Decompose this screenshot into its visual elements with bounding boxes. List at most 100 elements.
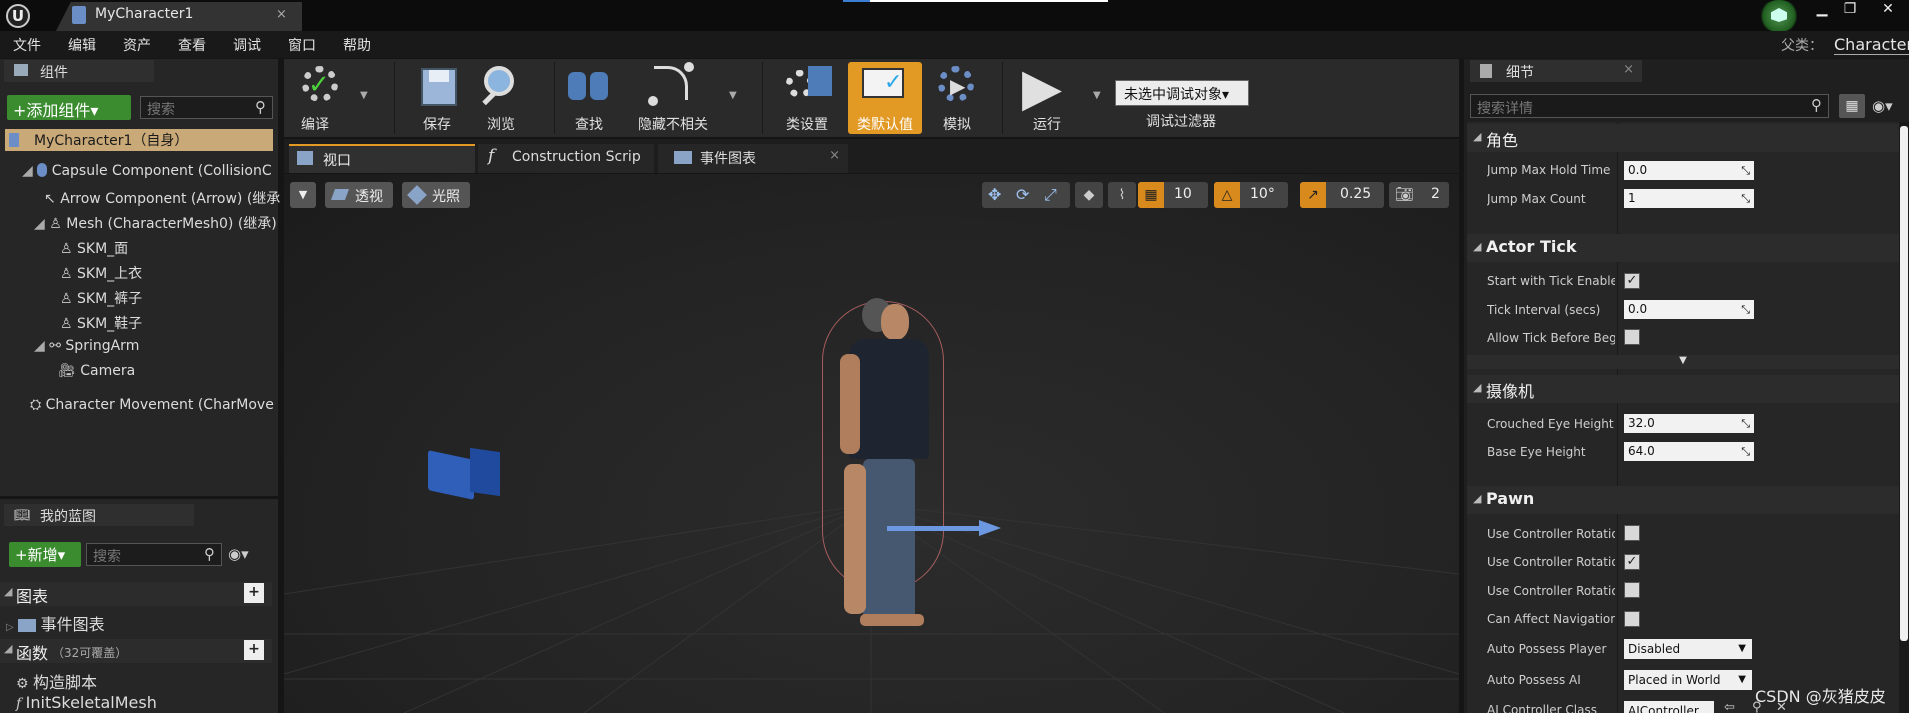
menu-window[interactable]: 窗口 [288,35,316,55]
tree-row-movement[interactable]: ⛭ Character Movement (CharMove [30,397,274,413]
translate-icon[interactable]: ✥ [988,185,1001,204]
find-button[interactable]: 查找 [552,62,626,134]
menu-view[interactable]: 查看 [178,35,206,55]
jump-max-count-field[interactable]: 1 ⤡ [1624,189,1754,208]
simulate-button[interactable]: ▶ 模拟 [920,62,994,134]
menu-debug[interactable]: 调试 [233,35,261,55]
hide-unrelated-button[interactable]: 隐藏不相关 [630,62,716,134]
hide-unrelated-dropdown-arrow[interactable]: ▼ [729,90,737,101]
tree-row-mesh[interactable]: ◢ ♙ Mesh (CharacterMesh0) (继承) [34,213,277,233]
tab-construction-script[interactable]: f Construction Scrip [478,144,654,173]
tree-row-skm-top[interactable]: ♙ SKM_上衣 [60,263,142,283]
auto-possess-ai-dropdown[interactable]: Placed in World ▼ [1624,670,1752,690]
add-graph-button[interactable]: + [244,583,264,603]
grid-snap-control[interactable]: ▦ 10 [1138,182,1208,208]
allow-tick-before-checkbox[interactable] [1624,329,1640,345]
category-pawn[interactable]: ◢ Pawn [1467,486,1899,514]
play-dropdown-arrow[interactable]: ▼ [1093,90,1101,101]
lit-button[interactable]: 光照 [402,182,470,208]
tick-interval-field[interactable]: 0.0 ⤡ [1624,300,1754,319]
binoculars-left-icon [568,72,586,100]
menu-help[interactable]: 帮助 [343,35,371,55]
find-label: 查找 [575,117,603,133]
drag-arrows-icon: ⤡ [1741,303,1750,316]
category-camera[interactable]: ◢ 摄像机 [1467,375,1899,403]
viewport[interactable] [284,174,1459,713]
camera-speed-control[interactable]: 📷︎ 2 [1389,182,1449,208]
compile-dropdown-arrow[interactable]: ▼ [360,90,368,101]
unreal-logo-icon[interactable]: U [6,4,30,28]
parent-class-link[interactable]: Character [1834,35,1909,55]
start-with-tick-checkbox[interactable]: ✓ [1624,273,1640,289]
tree-row-camera[interactable]: 🎥︎ Camera [58,363,135,379]
add-function-button[interactable]: + [244,640,264,660]
rotate-icon[interactable]: ⟳ [1016,185,1029,204]
compile-button[interactable]: ✓ 编译 [286,62,360,134]
function-row-construction[interactable]: ⚙ 构造脚本 [16,669,97,693]
use-controller-rotation-yaw-checkbox[interactable]: ✓ [1624,554,1640,570]
details-scrollbar-thumb[interactable] [1900,126,1908,641]
new-button[interactable]: +新增▾ [9,542,81,567]
components-search[interactable]: 搜索 ⚲ [140,96,273,119]
category-character[interactable]: ◢ 角色 [1467,124,1899,152]
crouched-eye-height-field[interactable]: 32.0 ⤡ [1624,414,1754,433]
tab-my-blueprint[interactable]: 我的蓝图 [4,504,194,526]
add-component-button[interactable]: +添加组件▾ [7,95,131,120]
functions-header[interactable]: ◢ 函数 （32可覆盖） + [0,639,272,663]
details-search[interactable]: 搜索详情 ⚲ [1470,94,1829,118]
jump-max-hold-time-field[interactable]: 0.0 ⤡ [1624,161,1754,180]
restore-button[interactable]: ❐ [1838,0,1862,20]
category-pawn-label: Pawn [1486,489,1535,508]
viewport-options-button[interactable]: ▼ [290,182,316,208]
self-component-row[interactable]: MyCharacter1（自身） [5,129,273,151]
tree-row-skm-pants[interactable]: ♙ SKM_裤子 [60,288,142,308]
function-row-init[interactable]: f InitSkeletalMesh [16,693,157,712]
perspective-button[interactable]: 透视 [325,182,393,208]
property-matrix-icon[interactable]: ▦ [1839,94,1865,118]
save-button[interactable]: 保存 [400,62,474,134]
scale-icon[interactable]: ⤢ [1044,185,1057,205]
use-controller-rotation-pitch-checkbox[interactable] [1624,525,1640,541]
browse-button[interactable]: 浏览 [464,62,538,134]
graphs-header[interactable]: ◢ 图表 + [0,582,272,606]
menu-edit[interactable]: 编辑 [68,35,96,55]
details-scrollbar[interactable] [1899,122,1909,713]
class-defaults-button[interactable]: ✓ 类默认值 [848,62,922,134]
close-tab-icon[interactable]: × [829,148,840,163]
close-tab-icon[interactable]: × [276,7,287,22]
world-local-toggle-icon[interactable]: ◆ [1075,182,1103,208]
field-value: 0.0 [1628,163,1648,177]
class-settings-button[interactable]: 类设置 [770,62,844,134]
tree-row-capsule[interactable]: ◢ Capsule Component (CollisionC [22,163,272,179]
ai-controller-class-dropdown[interactable]: AIController [1624,701,1714,713]
close-tab-icon[interactable]: × [1623,62,1634,77]
debug-object-dropdown[interactable]: 未选中调试对象▾ [1115,80,1249,106]
blueprint-search[interactable]: 搜索 ⚲ [86,543,222,566]
menu-file[interactable]: 文件 [13,35,41,55]
menu-asset[interactable]: 资产 [123,35,151,55]
details-column-divider[interactable] [1617,122,1618,713]
tree-row-arrow[interactable]: ↖ Arrow Component (Arrow) (继承 [44,188,280,208]
visibility-eye-icon[interactable]: ◉▾ [228,545,249,563]
rotation-snap-control[interactable]: △ 10° [1214,182,1288,208]
play-button[interactable]: ▶ 运行 [1010,62,1084,134]
tree-row-springarm[interactable]: ◢ ⚯ SpringArm [34,338,139,354]
event-graph-row[interactable]: ▷ 事件图表 [6,611,105,635]
advanced-expander-icon[interactable]: ▼ [1467,355,1899,369]
tree-row-skm-face[interactable]: ♙ SKM_面 [60,238,128,258]
browse-arrow-icon[interactable]: ⇦ [1724,700,1735,713]
tab-viewport[interactable]: 视口 [289,144,475,173]
use-controller-rotation-roll-checkbox[interactable] [1624,582,1640,598]
minimize-button[interactable]: ▁ [1810,0,1834,20]
base-eye-height-field[interactable]: 64.0 ⤡ [1624,442,1754,461]
can-affect-navigation-checkbox[interactable] [1624,611,1640,627]
visibility-eye-icon[interactable]: ◉▾ [1872,97,1893,115]
scale-snap-control[interactable]: ↗ 0.25 [1300,182,1384,208]
tab-details[interactable]: 细节 × [1470,60,1642,82]
surface-snap-icon[interactable]: ⌇ [1108,182,1136,208]
category-actor-tick[interactable]: ◢ Actor Tick [1467,234,1899,262]
auto-possess-player-dropdown[interactable]: Disabled ▼ [1624,639,1752,659]
tab-event-graph[interactable]: 事件图表 × [658,144,848,173]
tree-row-skm-shoes[interactable]: ♙ SKM_鞋子 [60,313,142,333]
close-window-button[interactable]: ✕ [1876,0,1900,20]
